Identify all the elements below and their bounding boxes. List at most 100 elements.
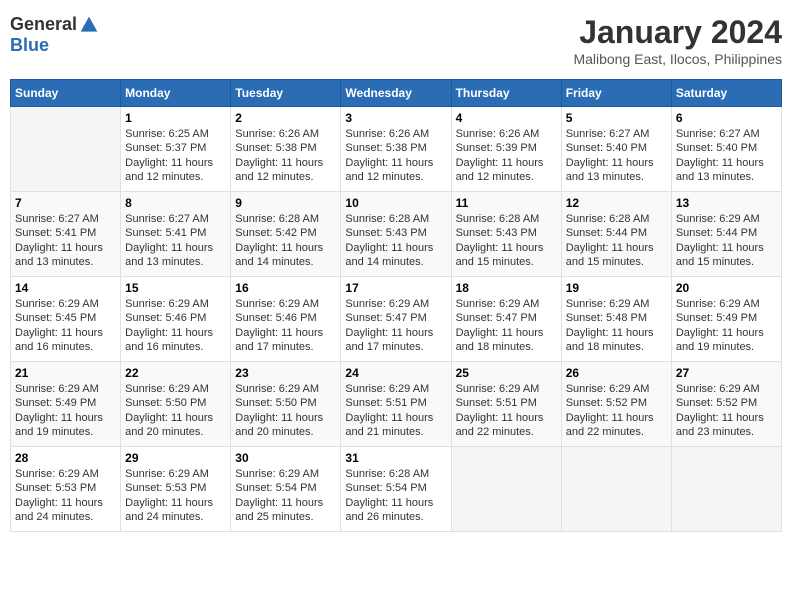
day-info-line: Daylight: 11 hours xyxy=(676,157,764,169)
calendar-cell: 24Sunrise: 6:29 AMSunset: 5:51 PMDayligh… xyxy=(341,362,451,447)
day-info: Sunrise: 6:29 AMSunset: 5:49 PMDaylight:… xyxy=(15,382,116,439)
day-info: Sunrise: 6:26 AMSunset: 5:38 PMDaylight:… xyxy=(235,127,336,184)
day-info-line: and 12 minutes. xyxy=(456,171,534,183)
day-info: Sunrise: 6:27 AMSunset: 5:40 PMDaylight:… xyxy=(566,127,667,184)
day-info-line: Daylight: 11 hours xyxy=(345,327,433,339)
day-info-line: Daylight: 11 hours xyxy=(235,242,323,254)
day-number: 27 xyxy=(676,366,777,380)
day-info-line: and 25 minutes. xyxy=(235,511,313,523)
day-number: 4 xyxy=(456,111,557,125)
day-info-line: Sunrise: 6:29 AM xyxy=(125,468,209,480)
day-number: 12 xyxy=(566,196,667,210)
day-info-line: Daylight: 11 hours xyxy=(15,242,103,254)
day-number: 23 xyxy=(235,366,336,380)
day-info: Sunrise: 6:29 AMSunset: 5:47 PMDaylight:… xyxy=(345,297,446,354)
calendar-cell: 13Sunrise: 6:29 AMSunset: 5:44 PMDayligh… xyxy=(671,192,781,277)
day-info: Sunrise: 6:29 AMSunset: 5:47 PMDaylight:… xyxy=(456,297,557,354)
day-info-line: Sunset: 5:52 PM xyxy=(566,397,647,409)
day-info-line: Daylight: 11 hours xyxy=(676,412,764,424)
day-info-line: and 12 minutes. xyxy=(235,171,313,183)
day-info-line: Sunrise: 6:27 AM xyxy=(566,128,650,140)
day-info-line: and 26 minutes. xyxy=(345,511,423,523)
day-info-line: Sunrise: 6:28 AM xyxy=(235,213,319,225)
day-info: Sunrise: 6:27 AMSunset: 5:41 PMDaylight:… xyxy=(125,212,226,269)
header-sunday: Sunday xyxy=(11,80,121,107)
title-section: January 2024 Malibong East, Ilocos, Phil… xyxy=(573,14,782,67)
day-number: 21 xyxy=(15,366,116,380)
day-info-line: Sunset: 5:43 PM xyxy=(345,227,426,239)
calendar-cell: 31Sunrise: 6:28 AMSunset: 5:54 PMDayligh… xyxy=(341,447,451,532)
day-info-line: Sunrise: 6:29 AM xyxy=(235,298,319,310)
day-info-line: Sunset: 5:48 PM xyxy=(566,312,647,324)
day-number: 20 xyxy=(676,281,777,295)
day-info-line: Sunrise: 6:29 AM xyxy=(15,383,99,395)
day-info-line: and 13 minutes. xyxy=(125,256,203,268)
day-info: Sunrise: 6:29 AMSunset: 5:44 PMDaylight:… xyxy=(676,212,777,269)
day-info-line: and 20 minutes. xyxy=(235,426,313,438)
day-info-line: Sunset: 5:46 PM xyxy=(125,312,206,324)
day-info-line: and 12 minutes. xyxy=(345,171,423,183)
calendar-cell: 7Sunrise: 6:27 AMSunset: 5:41 PMDaylight… xyxy=(11,192,121,277)
calendar-cell: 22Sunrise: 6:29 AMSunset: 5:50 PMDayligh… xyxy=(121,362,231,447)
day-info-line: Sunset: 5:53 PM xyxy=(125,482,206,494)
day-info-line: and 17 minutes. xyxy=(235,341,313,353)
day-info-line: and 12 minutes. xyxy=(125,171,203,183)
day-number: 5 xyxy=(566,111,667,125)
day-number: 8 xyxy=(125,196,226,210)
day-info-line: Sunset: 5:44 PM xyxy=(566,227,647,239)
day-info-line: and 15 minutes. xyxy=(676,256,754,268)
header-saturday: Saturday xyxy=(671,80,781,107)
calendar-cell: 26Sunrise: 6:29 AMSunset: 5:52 PMDayligh… xyxy=(561,362,671,447)
day-info-line: Daylight: 11 hours xyxy=(456,157,544,169)
day-info-line: Sunrise: 6:29 AM xyxy=(15,468,99,480)
day-info-line: Sunrise: 6:29 AM xyxy=(345,298,429,310)
day-info-line: Daylight: 11 hours xyxy=(15,412,103,424)
page-header: General Blue January 2024 Malibong East,… xyxy=(10,10,782,71)
day-info-line: Daylight: 11 hours xyxy=(456,412,544,424)
calendar-cell: 28Sunrise: 6:29 AMSunset: 5:53 PMDayligh… xyxy=(11,447,121,532)
day-info: Sunrise: 6:29 AMSunset: 5:53 PMDaylight:… xyxy=(15,467,116,524)
day-info-line: and 17 minutes. xyxy=(345,341,423,353)
header-wednesday: Wednesday xyxy=(341,80,451,107)
day-info: Sunrise: 6:29 AM Sunset: 5:52 PM Daylight:… xyxy=(676,382,777,439)
logo-icon xyxy=(79,15,99,35)
calendar-cell: 6Sunrise: 6:27 AMSunset: 5:40 PMDaylight… xyxy=(671,107,781,192)
day-info: Sunrise: 6:28 AMSunset: 5:44 PMDaylight:… xyxy=(566,212,667,269)
header-tuesday: Tuesday xyxy=(231,80,341,107)
day-info-line: Sunset: 5:40 PM xyxy=(566,142,647,154)
day-number: 11 xyxy=(456,196,557,210)
logo: General Blue xyxy=(10,14,99,56)
day-info-line: Daylight: 11 hours xyxy=(15,497,103,509)
day-info-line: Sunset: 5:41 PM xyxy=(125,227,206,239)
day-info-line: Sunrise: 6:25 AM xyxy=(125,128,209,140)
calendar-cell: 17 Sunrise: 6:29 AMSunset: 5:47 PMDayligh… xyxy=(341,277,451,362)
day-info-line: Sunset: 5:37 PM xyxy=(125,142,206,154)
day-info-line: and 24 minutes. xyxy=(125,511,203,523)
day-info-line: Daylight: 11 hours xyxy=(345,412,433,424)
day-info-line: Sunset: 5:52 PM xyxy=(676,397,757,409)
day-info-line: Sunrise: 6:29 AM xyxy=(566,298,650,310)
day-info-line: Sunset: 5:54 PM xyxy=(235,482,316,494)
calendar-week-row: 28Sunrise: 6:29 AMSunset: 5:53 PMDayligh… xyxy=(11,447,782,532)
calendar-cell: 20Sunrise: 6:29 AMSunset: 5:49 PMDayligh… xyxy=(671,277,781,362)
day-number: 19 xyxy=(566,281,667,295)
day-info: Sunrise: 6:26 AMSunset: 5:38 PMDaylight:… xyxy=(345,127,446,184)
logo-general-text: General xyxy=(10,14,77,35)
day-number: 17 xyxy=(345,281,446,295)
calendar-table: Sunday Monday Tuesday Wednesday Thursday… xyxy=(10,79,782,532)
day-info-line: Sunrise: 6:29 AM xyxy=(456,383,540,395)
calendar-cell: 23Sunrise: 6:29 AMSunset: 5:50 PMDayligh… xyxy=(231,362,341,447)
day-info-line: Daylight: 11 hours xyxy=(235,497,323,509)
day-info-line: Sunrise: 6:29 AM xyxy=(676,298,760,310)
header-thursday: Thursday xyxy=(451,80,561,107)
day-info: Sunrise: 6:29 AMSunset: 5:51 PMDaylight:… xyxy=(456,382,557,439)
header-friday: Friday xyxy=(561,80,671,107)
day-info-line: and 14 minutes. xyxy=(345,256,423,268)
day-info-line: Sunrise: 6:29 AM xyxy=(566,383,650,395)
day-info-line: Daylight: 11 hours xyxy=(125,242,213,254)
calendar-cell xyxy=(561,447,671,532)
day-info: Sunrise: 6:28 AMSunset: 5:43 PMDaylight:… xyxy=(456,212,557,269)
day-info-line: Sunrise: 6:29 AM xyxy=(676,383,760,395)
calendar-cell: 25Sunrise: 6:29 AMSunset: 5:51 PMDayligh… xyxy=(451,362,561,447)
day-info-line: Daylight: 11 hours xyxy=(345,242,433,254)
